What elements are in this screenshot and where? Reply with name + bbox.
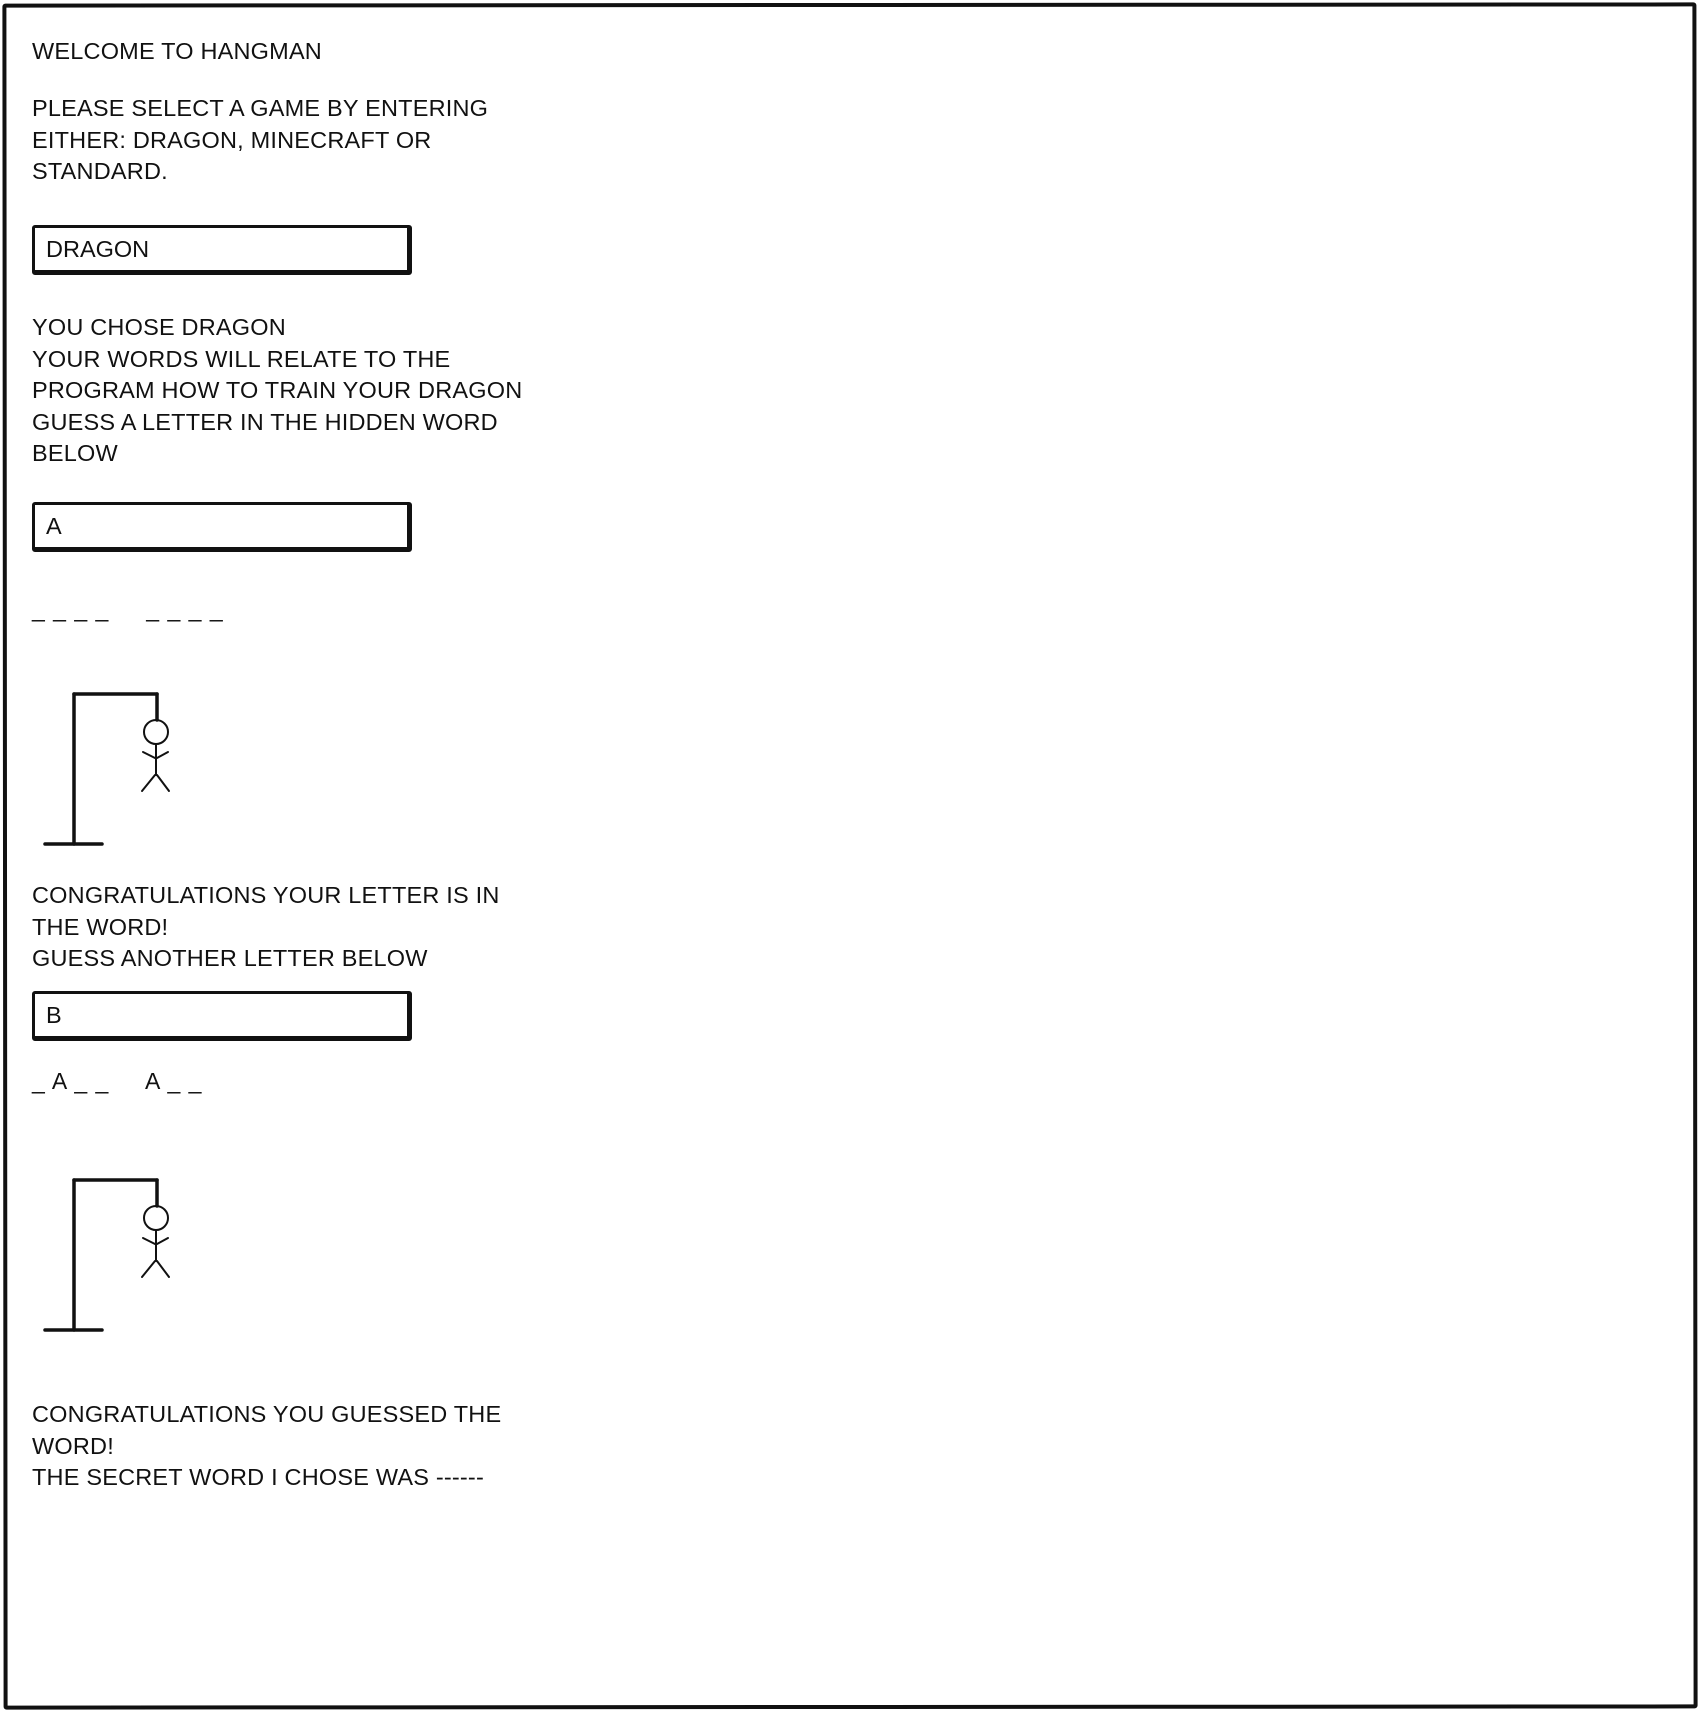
win-message: CONGRATULATIONS YOU GUESSED THE WORD! TH…: [32, 1401, 502, 1490]
letter-guess-input-1[interactable]: [32, 502, 412, 552]
select-game-prompt: PLEASE SELECT A GAME BY ENTERING EITHER:…: [32, 95, 489, 184]
hidden-word-initial: _ _ _ _ _ _ _ _: [32, 596, 224, 622]
hangman-drawing-1: [43, 692, 170, 846]
hangman-drawing-2: [43, 1178, 170, 1332]
game-choice-input[interactable]: [32, 225, 412, 275]
correct-letter-message: CONGRATULATIONS YOUR LETTER IS IN THE WO…: [32, 882, 500, 971]
welcome-heading: WELCOME TO HANGMAN: [32, 38, 322, 64]
chosen-game-message: YOU CHOSE DRAGON YOUR WORDS WILL RELATE …: [32, 314, 523, 466]
hidden-word-progress: _ A _ _ A _ _: [32, 1068, 203, 1094]
letter-guess-input-2[interactable]: [32, 991, 412, 1041]
